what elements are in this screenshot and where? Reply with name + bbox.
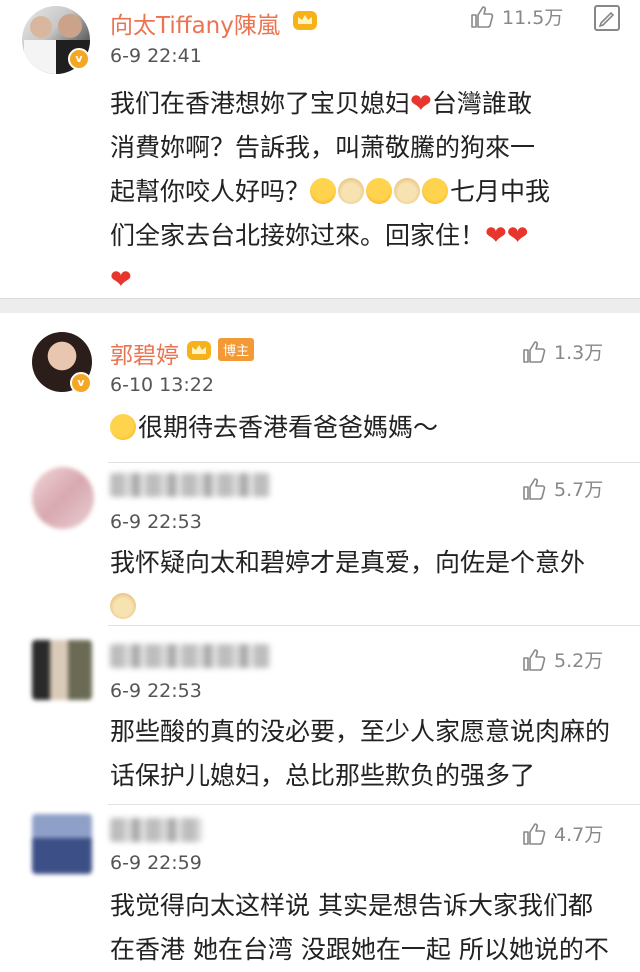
post-time: 6-9 22:41 (110, 45, 202, 67)
comment-like-button[interactable]: 1.3万 (522, 338, 603, 365)
heart-icon: ❤❤ (485, 221, 529, 251)
comment-time: 6-9 22:53 (110, 680, 202, 702)
comment-item: 6-9 22:53 5.2万 那些酸的真的没必要，至少人家愿意说肉麻的 话保护儿… (0, 632, 640, 805)
comment-author-name[interactable]: 郭碧婷 (110, 336, 179, 370)
tongue-emoji-icon (422, 178, 449, 204)
post-like-button[interactable]: 11.5万 (470, 3, 563, 30)
crown-badge-icon (186, 338, 212, 366)
doge-emoji-icon (110, 593, 136, 619)
heart-icon: ❤ (410, 89, 432, 119)
host-badge: 博主 (218, 338, 255, 361)
comment-time: 6-9 22:59 (110, 852, 202, 874)
thumbs-up-icon (523, 822, 546, 845)
section-divider (0, 298, 640, 313)
comment-text: 很期待去香港看爸爸媽媽～ (110, 406, 630, 450)
comment-time: 6-10 13:22 (110, 374, 214, 396)
comment-separator (108, 804, 640, 805)
comment-author-name[interactable] (110, 818, 202, 842)
doge-emoji-icon (338, 178, 365, 204)
heart-icon: ❤ (110, 265, 132, 295)
thumbs-up-icon (523, 648, 546, 671)
edit-icon[interactable] (594, 5, 620, 31)
comment-text: 我怀疑向太和碧婷才是真爱，向佐是个意外 (110, 541, 630, 629)
comment-like-button[interactable]: 5.2万 (522, 646, 603, 673)
comment-separator (108, 625, 640, 626)
comment-item: 6-9 22:53 5.7万 我怀疑向太和碧婷才是真爱，向佐是个意外 (0, 463, 640, 626)
thumbs-up-icon (523, 477, 546, 500)
kiss-emoji-icon (110, 414, 136, 440)
comment-time: 6-9 22:53 (110, 511, 202, 533)
comment-avatar[interactable] (32, 640, 92, 700)
thumbs-up-icon (471, 5, 494, 28)
crown-badge-icon (292, 8, 318, 36)
laugh-emoji-icon (310, 178, 337, 204)
original-post: v 向太Tiffany陳嵐 6-9 22:41 11.5万 我们在香港想妳了宝贝… (0, 0, 640, 298)
comment-text: 那些酸的真的没必要，至少人家愿意说肉麻的 话保护儿媳妇，总比那些欺负的强多了 (110, 717, 611, 790)
comment-like-count: 4.7万 (554, 824, 604, 846)
comment-like-count: 5.2万 (554, 650, 604, 672)
comment-author-name[interactable] (110, 644, 270, 668)
verified-v-icon: v (70, 372, 92, 394)
comment-author-name[interactable] (110, 473, 270, 497)
comment-like-count: 5.7万 (554, 479, 604, 501)
comment-like-count: 1.3万 (554, 342, 604, 364)
comment-item: v 郭碧婷 博主 6-10 13:22 1.3万 很期待去香港看爸爸媽媽～ (0, 312, 640, 463)
comment-like-button[interactable]: 5.7万 (522, 475, 603, 502)
thumbs-up-icon (523, 340, 546, 363)
laugh-cry-emoji-icon (366, 178, 393, 204)
post-text: 我们在香港想妳了宝贝媳妇❤台灣誰敢 消費妳啊？告訴我，叫萧敬騰的狗來一 起幫你咬… (110, 89, 551, 295)
comment-text: 我觉得向太这样说 其实是想告诉大家我们都 在香港 她在台湾 没跟她在一起 所以她… (110, 891, 609, 964)
comment-avatar[interactable] (32, 467, 94, 529)
verified-v-icon: v (68, 48, 90, 70)
post-author-name[interactable]: 向太Tiffany陳嵐 (110, 6, 280, 40)
comment-like-button[interactable]: 4.7万 (522, 820, 603, 847)
post-like-count: 11.5万 (502, 7, 564, 29)
comment-item: 6-9 22:59 4.7万 我觉得向太这样说 其实是想告诉大家我们都 在香港 … (0, 808, 640, 964)
cat-emoji-icon (394, 178, 421, 204)
comment-avatar[interactable] (32, 814, 92, 874)
